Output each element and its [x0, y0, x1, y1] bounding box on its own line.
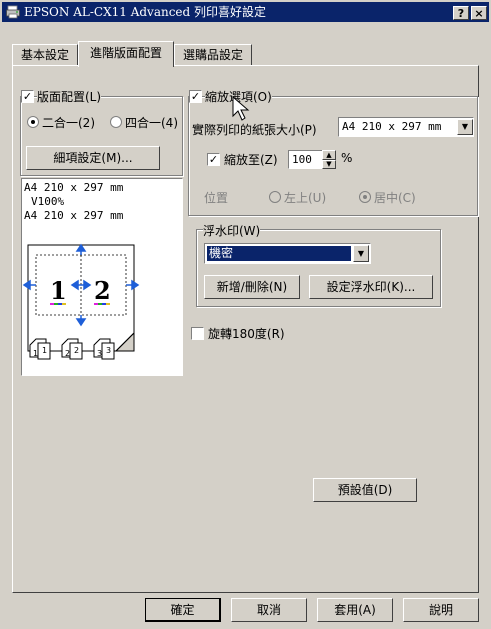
- mouse-cursor-icon: [232, 96, 250, 121]
- page-order-1: 1: [33, 349, 38, 358]
- scale-value: 100: [292, 153, 312, 166]
- radio-top-left-label: 左上(U): [284, 189, 327, 206]
- ok-button[interactable]: 確定: [145, 598, 221, 622]
- radio-2up[interactable]: [27, 116, 39, 128]
- page-order-2: 2: [65, 349, 70, 358]
- scale-spinner[interactable]: ▲ ▼: [322, 150, 336, 169]
- window-title: EPSON AL-CX11 Advanced 列印喜好設定: [24, 5, 267, 19]
- layout-label: 版面配置(L): [37, 88, 102, 105]
- paper-size-dropdown-button[interactable]: ▼: [457, 119, 473, 135]
- preview-paper-size: A4 210 x 297 mm: [24, 181, 124, 194]
- page-order-3: 3: [97, 349, 102, 358]
- printer-icon: [6, 5, 20, 19]
- printer-preferences-window: EPSON AL-CX11 Advanced 列印喜好設定 ? × 基本設定 進…: [0, 0, 491, 629]
- apply-button[interactable]: 套用(A): [317, 598, 393, 622]
- page-order-3b: 3: [106, 346, 111, 355]
- paper-size-value: A4 210 x 297 mm: [342, 120, 442, 133]
- title-bar: EPSON AL-CX11 Advanced 列印喜好設定 ? ×: [2, 2, 489, 22]
- rotate-180-checkbox[interactable]: [191, 327, 204, 340]
- position-label: 位置: [204, 189, 229, 206]
- zoom-options-checkbox[interactable]: ✓: [189, 90, 202, 103]
- paper-size-select[interactable]: A4 210 x 297 mm: [338, 117, 474, 137]
- help-button[interactable]: 說明: [403, 598, 479, 622]
- scale-label: 縮放至(Z): [224, 151, 278, 168]
- preview-page-1: 1: [50, 276, 67, 305]
- watermark-select[interactable]: 機密: [204, 243, 371, 264]
- detail-settings-button[interactable]: 細項設定(M)...: [26, 146, 160, 170]
- page-order-icons: 1 1 2 2 3 3: [29, 338, 115, 360]
- radio-center-label: 居中(C): [374, 189, 416, 206]
- radio-2up-label: 二合一(2): [42, 114, 95, 131]
- layout-preview: A4 210 x 297 mm V100% A4 210 x 297 mm 1 …: [21, 178, 183, 376]
- rotate-180-label: 旋轉180度(R): [208, 325, 285, 342]
- spin-up-icon[interactable]: ▲: [322, 150, 336, 160]
- preview-scale: V100%: [31, 195, 65, 208]
- add-delete-watermark-button[interactable]: 新增/刪除(N): [204, 275, 300, 299]
- chevron-down-icon: ▼: [461, 122, 469, 131]
- tab-advanced-layout[interactable]: 進階版面配置: [78, 41, 174, 67]
- restore-defaults-button[interactable]: 預設值(D): [313, 478, 417, 502]
- watermark-label: 浮水印(W): [203, 222, 261, 239]
- radio-4up[interactable]: [110, 116, 122, 128]
- help-title-button[interactable]: ?: [453, 6, 469, 20]
- close-title-button[interactable]: ×: [471, 6, 487, 20]
- scale-checkbox[interactable]: ✓: [207, 153, 220, 166]
- watermark-settings-button[interactable]: 設定浮水印(K)...: [309, 275, 433, 299]
- layout-checkbox[interactable]: ✓: [21, 90, 34, 103]
- percent-label: %: [341, 151, 353, 165]
- radio-4up-label: 四合一(4): [125, 114, 178, 131]
- cancel-button[interactable]: 取消: [231, 598, 307, 622]
- spin-down-icon[interactable]: ▼: [322, 160, 336, 169]
- page-order-2b: 2: [74, 346, 79, 355]
- tab-basic-settings[interactable]: 基本設定: [12, 44, 78, 66]
- page-order-1b: 1: [42, 346, 47, 355]
- radio-center[interactable]: [359, 191, 371, 203]
- watermark-dropdown-button[interactable]: ▼: [353, 245, 369, 262]
- chevron-down-icon: ▼: [357, 249, 365, 258]
- preview-output-size: A4 210 x 297 mm: [24, 209, 124, 222]
- watermark-selected-value: 機密: [207, 246, 351, 261]
- preview-page-2: 2: [94, 276, 111, 305]
- radio-top-left[interactable]: [269, 191, 281, 203]
- tab-optional-settings[interactable]: 選購品設定: [174, 44, 252, 66]
- paper-size-label: 實際列印的紙張大小(P): [192, 121, 317, 138]
